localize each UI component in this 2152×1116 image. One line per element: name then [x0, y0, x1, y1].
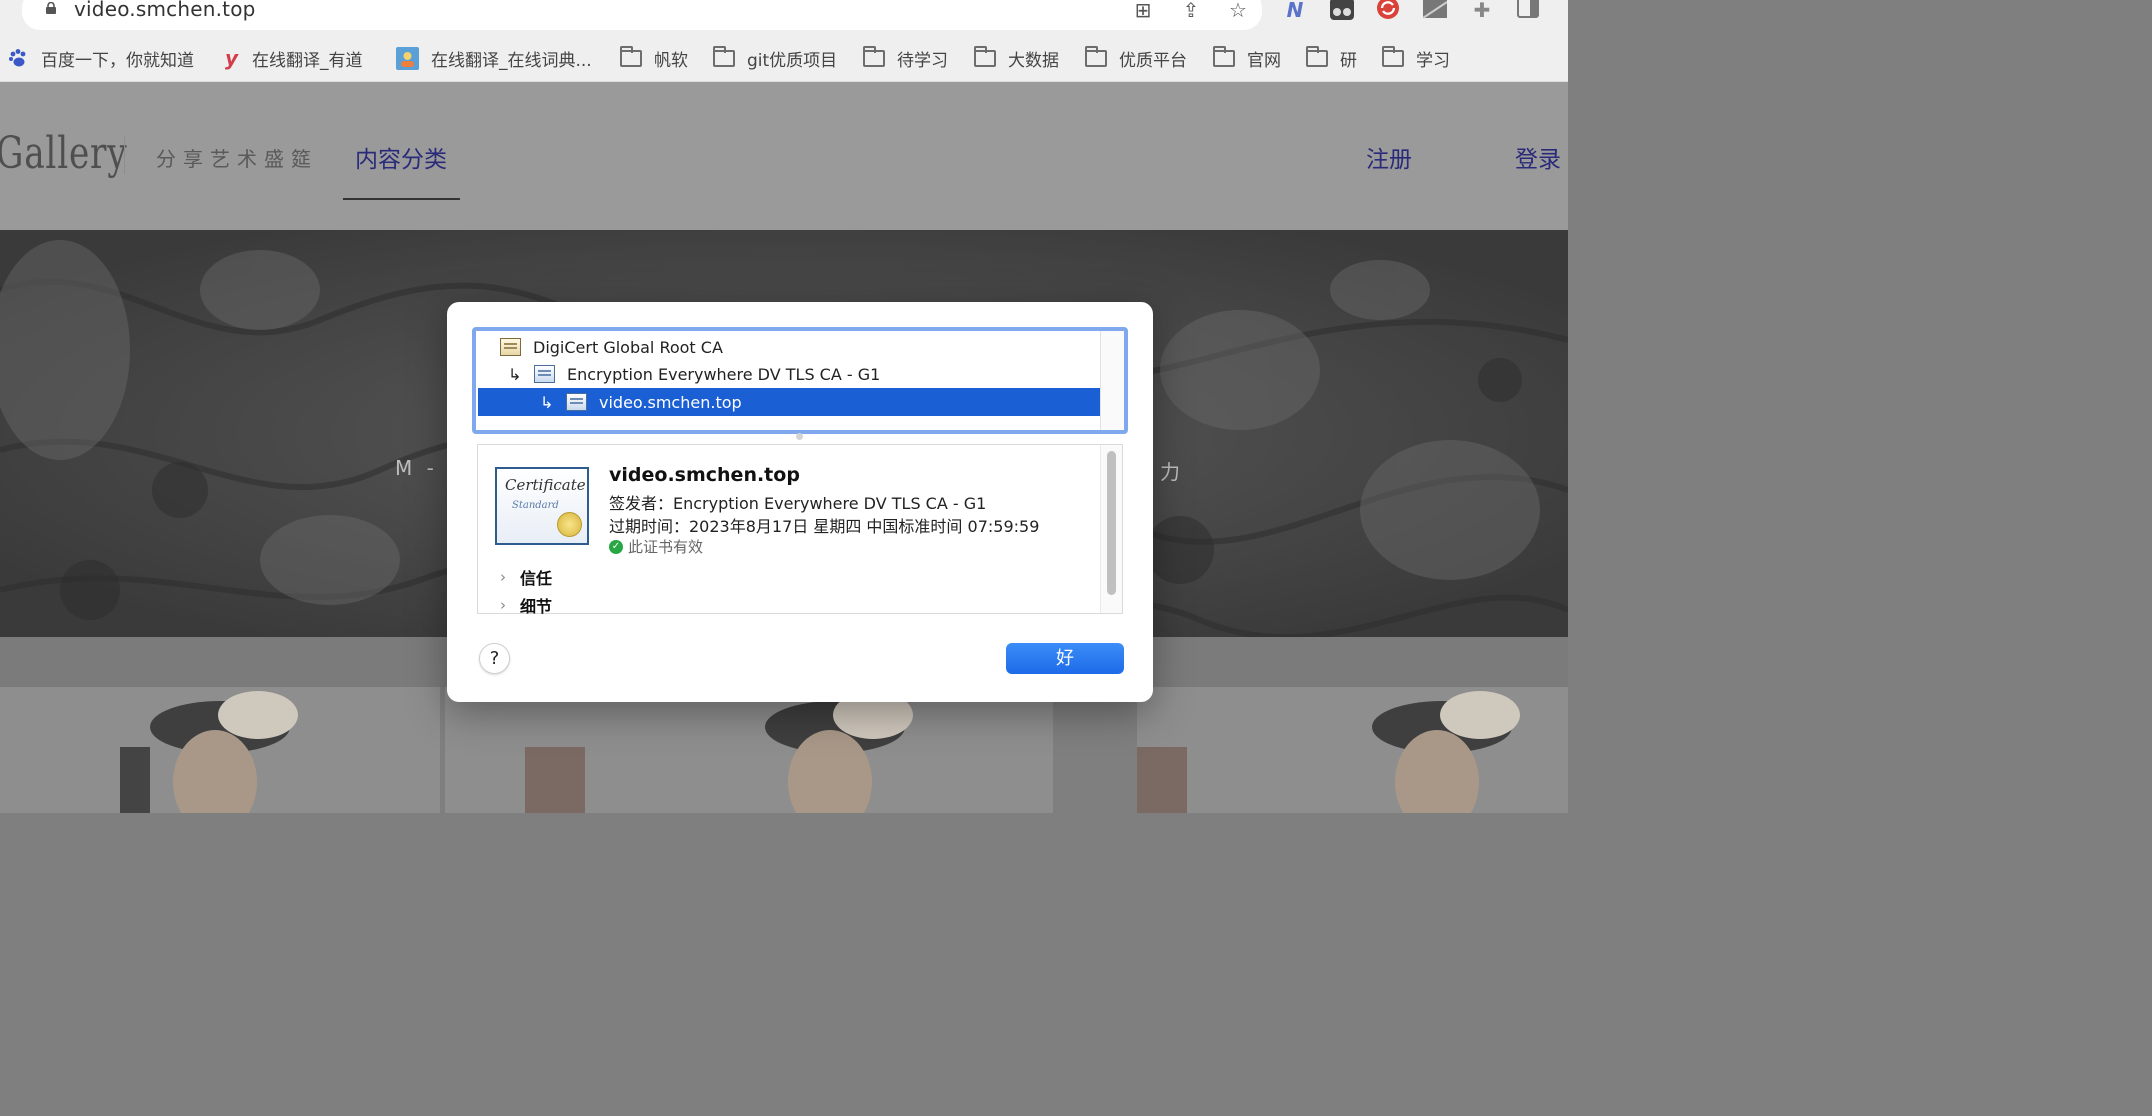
bookmark-label: 官网: [1247, 50, 1281, 71]
site-tagline: 分享艺术盛筵: [156, 147, 318, 171]
bookmark-folder-study[interactable]: 学习: [1382, 45, 1450, 71]
nav-register[interactable]: 注册: [1366, 140, 1412, 174]
lock-icon[interactable]: [45, 2, 57, 14]
chevron-right-icon: ›: [500, 568, 506, 586]
site-logo[interactable]: Gallery: [0, 128, 127, 179]
nav-content-category[interactable]: 内容分类: [355, 140, 447, 174]
bookmark-label: 百度一下，你就知道: [41, 50, 194, 71]
bookmark-label: 大数据: [1008, 50, 1059, 71]
bookmark-label: 帆软: [654, 50, 688, 71]
folder-icon: [1085, 45, 1107, 67]
grid-extension-icon[interactable]: [1422, 0, 1448, 22]
certificate-expiry: 过期时间：2023年8月17日 星期四 中国标准时间 07:59:59: [609, 517, 1040, 536]
certificate-icon-subtitle: Standard: [512, 500, 559, 511]
pane-splitter-handle[interactable]: [796, 433, 803, 440]
chevron-right-icon: ›: [500, 596, 506, 614]
gallery-thumbnail[interactable]: [1137, 687, 1568, 813]
section-label: 信任: [520, 569, 553, 588]
section-details[interactable]: › 细节: [500, 593, 552, 617]
help-button[interactable]: ?: [479, 643, 510, 674]
section-label: 细节: [520, 597, 553, 616]
folder-icon: [974, 45, 996, 67]
bookmark-label: 研: [1340, 50, 1357, 71]
bookmark-label: 待学习: [897, 50, 948, 71]
certificate-issuer: 签发者：Encryption Everywhere DV TLS CA - G1: [609, 494, 987, 513]
gallery-thumbnail[interactable]: [445, 687, 1053, 813]
header-divider: [124, 136, 125, 174]
bookmark-label: 在线翻译_有道: [252, 50, 363, 71]
chain-item-root[interactable]: DigiCert Global Root CA: [478, 333, 1100, 361]
certificate-common-name: video.smchen.top: [609, 464, 800, 486]
child-arrow-icon: ↳: [508, 364, 522, 384]
youdao-icon: y: [225, 46, 239, 70]
valid-check-icon: ✓: [609, 540, 623, 554]
hero-text-right: 力: [1160, 460, 1180, 484]
folder-icon: [620, 45, 642, 67]
ok-button[interactable]: 好: [1006, 643, 1124, 674]
bookmark-folder-official[interactable]: 官网: [1213, 45, 1281, 71]
bookmark-label: 在线翻译_在线词典...: [431, 50, 592, 71]
certificate-valid-status: 此证书有效: [628, 538, 704, 556]
share-icon[interactable]: ⇪: [1179, 0, 1203, 22]
nav-login[interactable]: 登录: [1515, 140, 1561, 174]
star-icon[interactable]: ☆: [1226, 0, 1250, 22]
bookmark-folder-platform[interactable]: 优质平台: [1085, 45, 1187, 71]
sync-icon[interactable]: [1376, 0, 1400, 22]
puzzle-icon[interactable]: ✚: [1470, 0, 1494, 22]
dict-icon: [396, 46, 419, 70]
bookmark-folder-research[interactable]: 研: [1306, 45, 1357, 71]
bookmark-folder-todo[interactable]: 待学习: [863, 45, 948, 71]
folder-icon: [1382, 45, 1404, 67]
url-text[interactable]: video.smchen.top: [74, 0, 256, 21]
detail-scrollbar-thumb[interactable]: [1107, 451, 1116, 595]
chain-item-label: video.smchen.top: [599, 392, 742, 412]
section-trust[interactable]: › 信任: [500, 565, 552, 589]
certificate-icon-title: Certificate: [505, 476, 586, 494]
bookmark-dict[interactable]: 在线翻译_在线词典...: [396, 46, 592, 71]
bookmark-folder-bigdata[interactable]: 大数据: [974, 45, 1059, 71]
translate-icon[interactable]: ⊞: [1131, 0, 1155, 22]
chain-item-intermediate[interactable]: ↳ Encryption Everywhere DV TLS CA - G1: [478, 360, 1100, 388]
folder-icon: [1213, 45, 1235, 67]
folder-icon: [713, 45, 735, 67]
seal-icon: [557, 512, 582, 537]
certificate-icon: [566, 393, 587, 411]
folder-icon: [863, 45, 885, 67]
bookmark-label: 优质平台: [1119, 50, 1187, 71]
bookmark-folder-fanruan[interactable]: 帆软: [620, 45, 688, 71]
chain-item-leaf[interactable]: ↳ video.smchen.top: [478, 388, 1100, 416]
chain-item-label: Encryption Everywhere DV TLS CA - G1: [567, 364, 881, 384]
bookmark-folder-git[interactable]: git优质项目: [713, 45, 838, 71]
n-extension-icon[interactable]: N: [1283, 0, 1307, 22]
bookmark-baidu[interactable]: 百度一下，你就知道: [8, 46, 194, 71]
certificate-icon: [534, 365, 555, 383]
tampermonkey-icon[interactable]: [1330, 0, 1354, 22]
folder-icon: [1306, 45, 1328, 67]
chain-item-label: DigiCert Global Root CA: [533, 337, 723, 357]
baidu-paw-icon: [9, 49, 26, 67]
bookmark-youdao[interactable]: y 在线翻译_有道: [225, 46, 363, 71]
sidebar-icon[interactable]: [1516, 0, 1540, 22]
gallery-thumbnail[interactable]: [0, 687, 440, 813]
nav-active-underline: [343, 198, 460, 200]
bookmark-label: git优质项目: [747, 50, 838, 71]
bookmark-label: 学习: [1416, 50, 1450, 71]
certificate-icon: [500, 338, 521, 356]
child-arrow-icon: ↳: [540, 392, 554, 412]
chain-list-scrollbar[interactable]: [1100, 331, 1124, 430]
